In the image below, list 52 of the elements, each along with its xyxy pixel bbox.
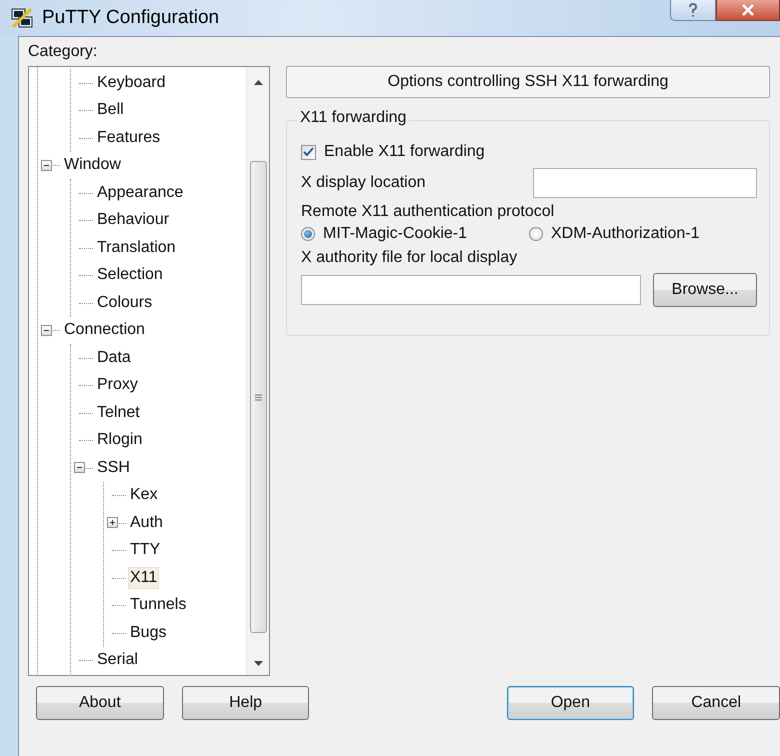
tree-item[interactable]: Bugs [128, 622, 168, 644]
tree-item[interactable]: Proxy [95, 374, 140, 396]
tree-item[interactable]: Features [95, 126, 162, 149]
scroll-down-icon[interactable] [254, 661, 262, 667]
radio-button[interactable] [529, 227, 543, 241]
tree-item[interactable]: Behaviour [95, 209, 172, 232]
radio-label[interactable]: MIT-Magic-Cookie-1 [323, 225, 468, 243]
close-icon [741, 4, 755, 16]
tree-item[interactable]: Serial [95, 649, 140, 672]
tree-item[interactable]: Kex [128, 484, 160, 506]
window-title: PuTTY Configuration [42, 7, 220, 29]
input-field[interactable] [301, 275, 641, 305]
checkbox-label[interactable]: Enable X11 forwarding [324, 143, 485, 161]
grip-icon [254, 394, 262, 400]
tree-item[interactable]: Rlogin [95, 429, 144, 452]
tree-item[interactable]: Keyboard [95, 72, 168, 94]
scroll-up-icon[interactable] [254, 79, 262, 85]
scrollbar-thumb[interactable] [250, 161, 266, 633]
help-button[interactable] [670, 0, 716, 21]
tree-item[interactable]: Data [95, 346, 133, 369]
scrollbar[interactable] [246, 67, 269, 675]
checkbox[interactable] [301, 144, 316, 160]
tree-item[interactable]: Bell [95, 99, 126, 122]
dialog-button[interactable]: About [36, 686, 164, 720]
dialog-button[interactable]: Open [506, 686, 634, 720]
tree-item[interactable]: TTY [128, 539, 162, 562]
field-label: X display location [301, 174, 426, 192]
tree-item[interactable]: Translation [95, 236, 178, 259]
tree-item[interactable]: Connection [62, 319, 147, 342]
tree-item[interactable]: Auth [128, 512, 165, 534]
tree-item[interactable]: Selection [95, 264, 165, 286]
field-label: Remote X11 authentication protocol [301, 203, 554, 221]
tree-item[interactable]: X11 [128, 566, 160, 589]
tree-item[interactable]: Colours [95, 292, 154, 314]
group-title: X11 forwarding [297, 109, 410, 127]
dialog-button[interactable]: Cancel [652, 686, 780, 720]
close-button[interactable] [716, 0, 780, 21]
tree-item[interactable]: SSH [95, 456, 132, 479]
dialog-button[interactable]: Help [182, 686, 310, 720]
category-label: Category: [28, 42, 98, 62]
expand-icon[interactable] [108, 518, 117, 528]
tree-item[interactable]: Window [62, 154, 123, 176]
section-header: Options controlling SSH X11 forwarding [286, 66, 770, 98]
input-field[interactable] [533, 168, 757, 198]
tree-item[interactable]: Appearance [95, 182, 186, 204]
question-mark-icon [688, 3, 698, 17]
browse-button[interactable]: Browse... [653, 273, 757, 307]
field-label: X authority file for local display [301, 249, 518, 267]
radio-label[interactable]: XDM-Authorization-1 [551, 225, 700, 243]
tree-item[interactable]: Telnet [95, 402, 142, 424]
radio-button[interactable] [301, 227, 315, 241]
tree-item[interactable]: Tunnels [128, 594, 188, 616]
